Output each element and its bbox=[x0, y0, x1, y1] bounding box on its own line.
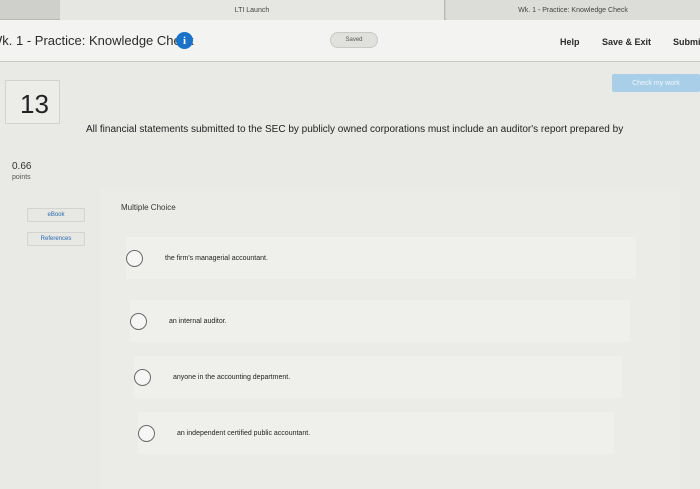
radio-button[interactable] bbox=[138, 424, 155, 442]
question-text: All financial statements submitted to th… bbox=[86, 124, 624, 135]
question-content: Check my work 13 All financial statement… bbox=[0, 62, 700, 489]
tab-label: LTI Launch bbox=[234, 6, 270, 14]
option-text: the firm's managerial accountant. bbox=[165, 254, 268, 262]
question-type-label: Multiple Choice bbox=[121, 203, 176, 212]
assignment-title: Wk. 1 - Practice: Knowledge Check bbox=[0, 33, 194, 48]
answer-option[interactable]: anyone in the accounting department. bbox=[134, 356, 622, 398]
help-button[interactable]: Help bbox=[560, 37, 580, 47]
save-exit-button[interactable]: Save & Exit bbox=[602, 37, 651, 47]
ebook-link[interactable]: eBook bbox=[27, 208, 85, 222]
tab-knowledge-check[interactable]: Wk. 1 - Practice: Knowledge Check bbox=[446, 0, 700, 20]
answer-option[interactable]: an independent certified public accounta… bbox=[138, 412, 614, 454]
radio-button[interactable] bbox=[126, 249, 143, 267]
tab-lti-launch[interactable]: LTI Launch bbox=[60, 0, 445, 20]
assignment-header: Wk. 1 - Practice: Knowledge Check i Save… bbox=[0, 20, 700, 62]
option-text: an independent certified public accounta… bbox=[177, 429, 311, 437]
tab-label: Wk. 1 - Practice: Knowledge Check bbox=[518, 6, 628, 14]
references-link[interactable]: References bbox=[27, 232, 85, 246]
question-number-box: 13 bbox=[5, 80, 60, 124]
info-icon[interactable]: i bbox=[176, 32, 193, 49]
radio-button[interactable] bbox=[134, 368, 151, 386]
points-value: 0.66 bbox=[12, 161, 32, 172]
submit-button[interactable]: Submi bbox=[673, 37, 700, 47]
saved-status-badge: Saved bbox=[330, 32, 378, 48]
radio-button[interactable] bbox=[130, 312, 147, 330]
answer-option[interactable]: the firm's managerial accountant. bbox=[126, 237, 636, 279]
points-label: points bbox=[12, 174, 31, 181]
browser-tab-strip: LTI Launch Wk. 1 - Practice: Knowledge C… bbox=[0, 0, 700, 20]
answer-option[interactable]: an internal auditor. bbox=[130, 300, 630, 342]
check-my-work-button[interactable]: Check my work bbox=[612, 74, 700, 92]
option-text: an internal auditor. bbox=[169, 317, 227, 325]
question-number: 13 bbox=[20, 89, 49, 119]
option-text: anyone in the accounting department. bbox=[173, 373, 291, 381]
